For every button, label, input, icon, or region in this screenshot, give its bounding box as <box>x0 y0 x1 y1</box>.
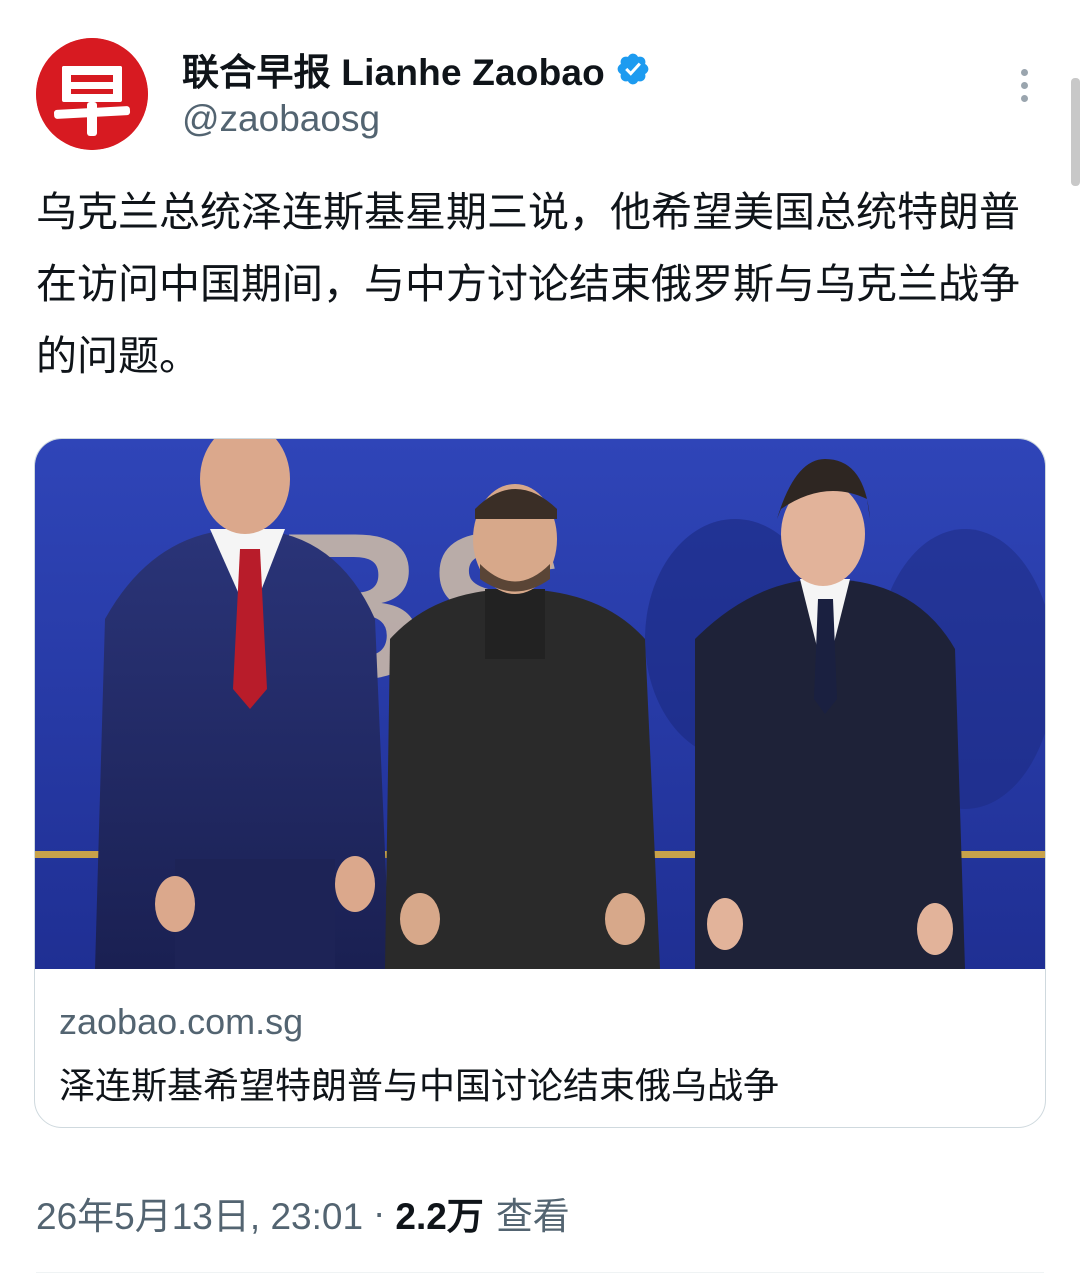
link-card-title[interactable]: 泽连斯基希望特朗普与中国讨论结束俄乌战争 <box>59 1057 779 1109</box>
views-label: 查看 <box>495 1196 570 1237</box>
post-text: 乌克兰总统泽连斯基星期三说，他希望美国总统特朗普在访问中国期间，与中方讨论结束俄… <box>36 189 1020 379</box>
link-card-domain[interactable]: zaobao.com.sg <box>59 1001 303 1043</box>
zaobao-logo-icon <box>36 38 148 150</box>
meta-separator: · <box>373 1192 386 1233</box>
more-options-button[interactable] <box>1006 60 1042 110</box>
link-card-image: BS <box>35 439 1045 969</box>
post-meta: 26年5月13日, 23:01 · 2.2万 查看 <box>36 1188 570 1238</box>
link-preview-card[interactable]: BS zaobao.com.sg 泽连斯基希望特朗普与中国讨论结束俄乌战争 <box>34 438 1046 1128</box>
divider <box>36 1272 1044 1273</box>
account-handle[interactable]: @zaobaosg <box>182 98 380 140</box>
more-vertical-icon <box>1020 68 1028 76</box>
post-timestamp[interactable]: 26年5月13日, 23:01 <box>36 1186 363 1240</box>
display-name[interactable]: 联合早报 Lianhe Zaobao <box>182 42 605 96</box>
views-count[interactable]: 2.2万 <box>395 1186 483 1240</box>
post-header: 联合早报 Lianhe Zaobao @zaobaosg <box>0 0 1080 160</box>
avatar[interactable] <box>36 38 148 150</box>
verified-badge-icon[interactable] <box>615 51 651 87</box>
